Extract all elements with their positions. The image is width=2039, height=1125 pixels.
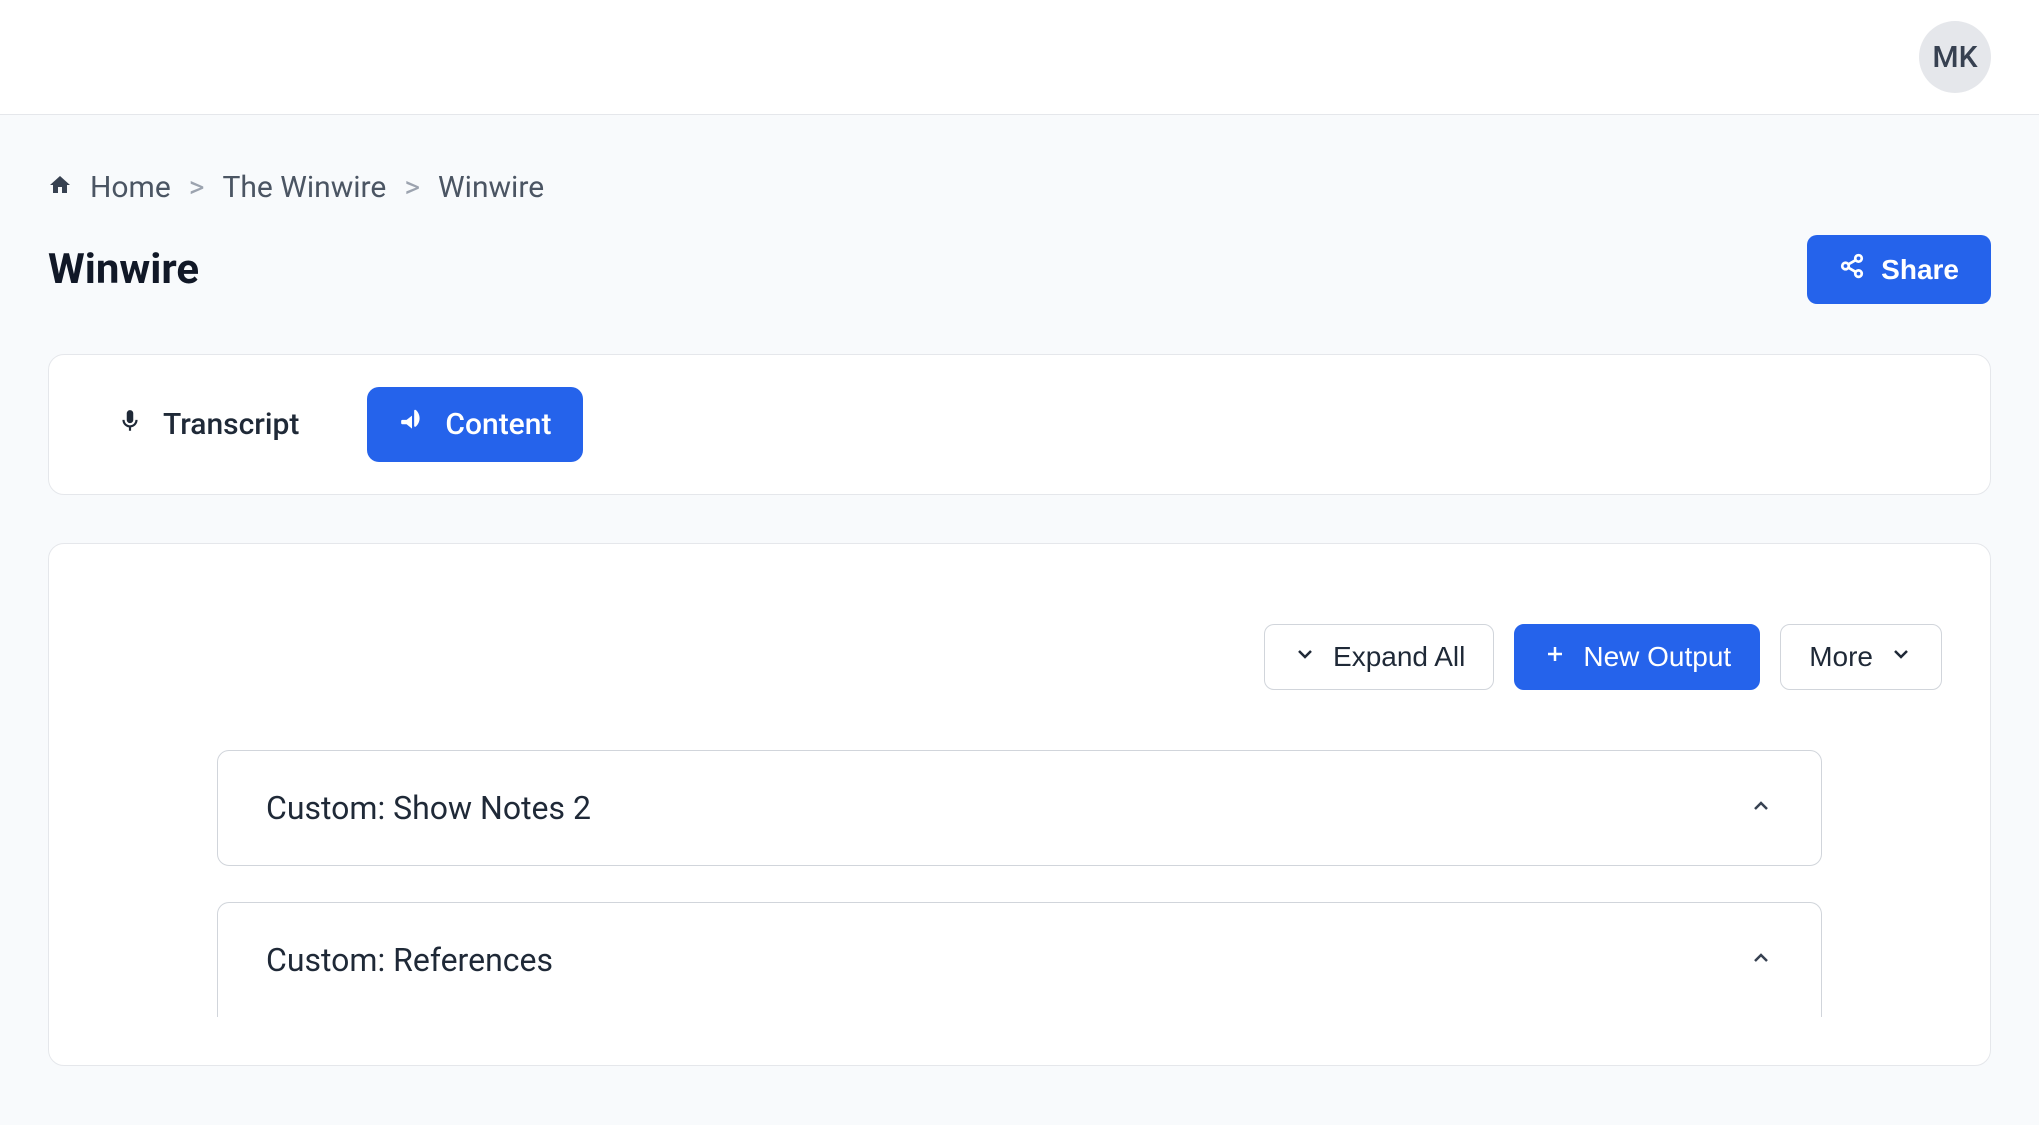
accordion-list: Custom: Show Notes 2 Custom: References — [97, 750, 1942, 1017]
content-card: Expand All New Output More Custom: Show … — [48, 543, 1991, 1066]
share-button[interactable]: Share — [1807, 235, 1991, 304]
new-output-button[interactable]: New Output — [1514, 624, 1760, 690]
breadcrumb-home[interactable]: Home — [90, 170, 171, 205]
accordion-item-references[interactable]: Custom: References — [217, 902, 1822, 1017]
home-icon[interactable] — [48, 170, 72, 205]
microphone-icon — [117, 407, 143, 442]
expand-all-button[interactable]: Expand All — [1264, 624, 1494, 690]
toolbar-row: Expand All New Output More — [97, 624, 1942, 690]
page-title: Winwire — [48, 245, 199, 294]
tabs-card: Transcript Content — [48, 354, 1991, 495]
accordion-title: Custom: References — [266, 941, 553, 979]
chevron-up-icon — [1749, 946, 1773, 974]
title-row: Winwire Share — [48, 235, 1991, 354]
user-avatar[interactable]: MK — [1919, 21, 1991, 93]
main-content: Home > The Winwire > Winwire Winwire Sha… — [0, 115, 2039, 1125]
tab-content-label: Content — [445, 407, 551, 442]
share-icon — [1839, 253, 1865, 286]
breadcrumb-the-winwire[interactable]: The Winwire — [222, 170, 386, 205]
megaphone-icon — [399, 407, 425, 442]
header: MK — [0, 0, 2039, 115]
more-label: More — [1809, 641, 1873, 673]
new-output-label: New Output — [1583, 641, 1731, 673]
tab-transcript-label: Transcript — [163, 407, 299, 442]
chevron-down-icon — [1293, 641, 1317, 673]
plus-icon — [1543, 641, 1567, 673]
chevron-right-icon: > — [404, 170, 420, 205]
tab-transcript[interactable]: Transcript — [85, 387, 331, 462]
chevron-up-icon — [1749, 794, 1773, 822]
chevron-down-icon — [1889, 641, 1913, 673]
accordion-item-show-notes[interactable]: Custom: Show Notes 2 — [217, 750, 1822, 866]
chevron-right-icon: > — [189, 170, 205, 205]
share-button-label: Share — [1881, 254, 1959, 286]
breadcrumb: Home > The Winwire > Winwire — [48, 115, 1991, 235]
breadcrumb-winwire[interactable]: Winwire — [438, 170, 544, 205]
avatar-initials: MK — [1932, 40, 1977, 75]
more-button[interactable]: More — [1780, 624, 1942, 690]
expand-all-label: Expand All — [1333, 641, 1465, 673]
accordion-title: Custom: Show Notes 2 — [266, 789, 591, 827]
tab-content[interactable]: Content — [367, 387, 583, 462]
